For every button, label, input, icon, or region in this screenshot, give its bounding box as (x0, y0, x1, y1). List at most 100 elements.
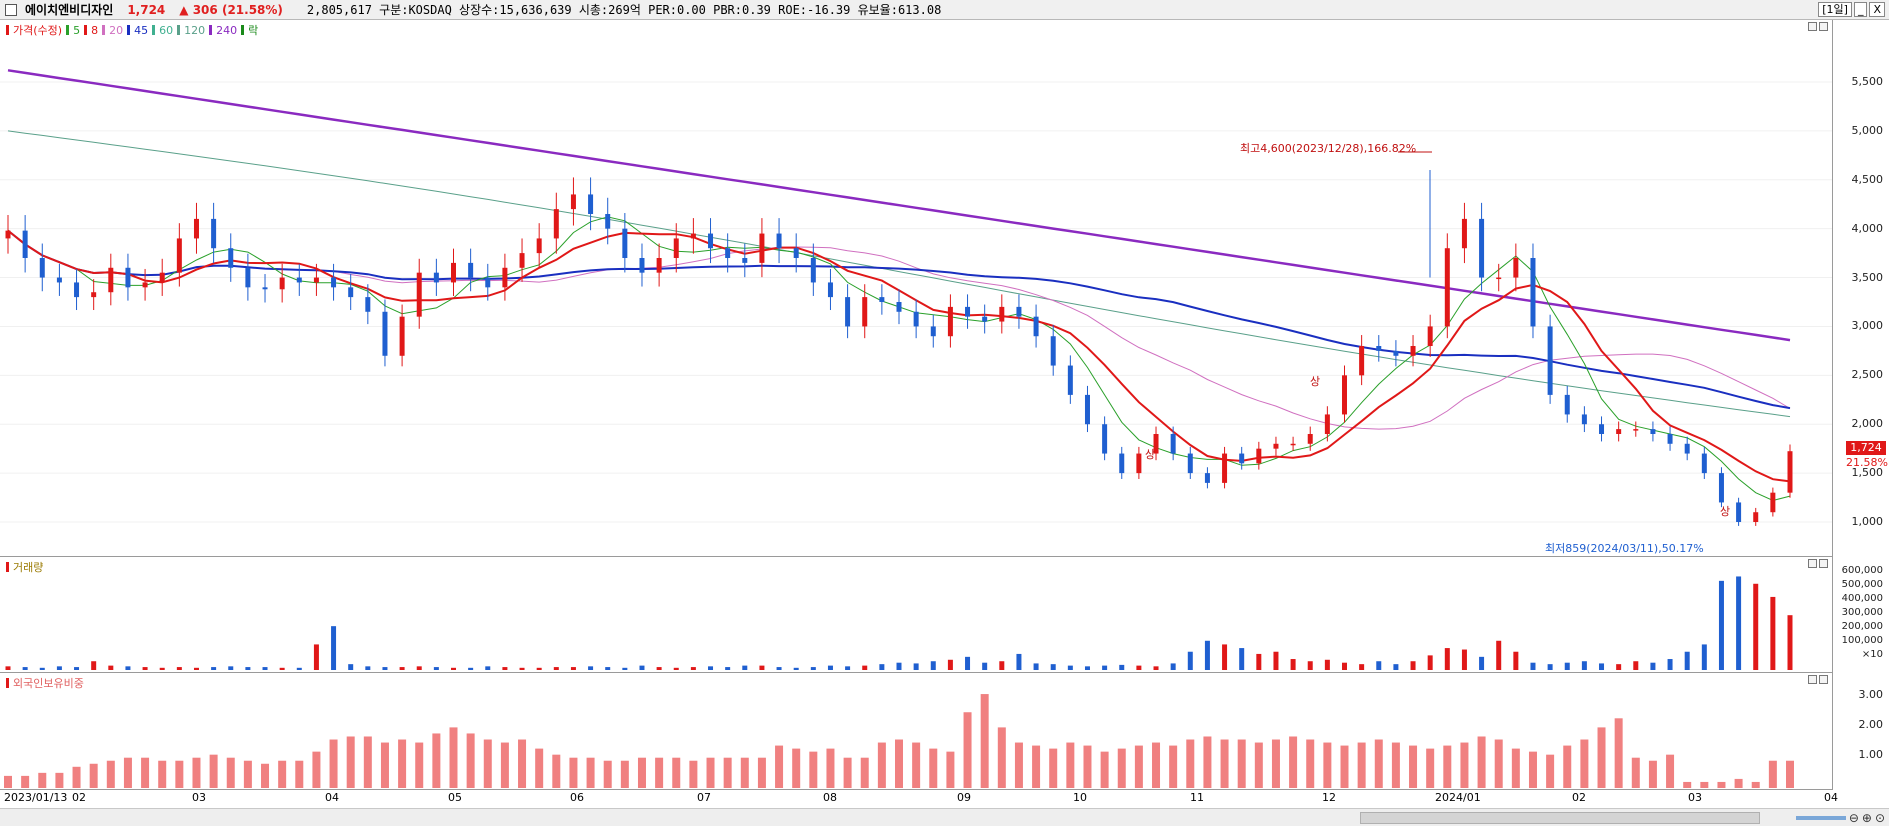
candle-body (91, 292, 97, 298)
price-y-tick: 3,000 (1851, 319, 1884, 333)
chart-scrollbar[interactable]: ⊖ ⊕ ⊙ (0, 808, 1889, 826)
candle-body (896, 302, 902, 312)
volume-bar (331, 626, 337, 670)
foreign-ratio-bar (243, 760, 252, 788)
volume-bar (1290, 659, 1296, 670)
volume-bar (673, 667, 679, 670)
foreign-ratio-bar (380, 742, 389, 788)
volume-bar (708, 666, 714, 670)
candle-body (125, 267, 131, 288)
foreign-ratio-bar (535, 748, 544, 788)
foreign-ratio-bar (123, 757, 132, 788)
price-y-tick: 3,500 (1851, 270, 1884, 284)
stock-metrics: 2,805,617 구분:KOSDAQ 상장수:15,636,639 시총:26… (306, 3, 942, 17)
foreign-ratio-bar (4, 775, 12, 788)
volume-bar (1736, 576, 1742, 670)
volume-bar (56, 666, 62, 670)
candle-body (622, 228, 628, 258)
candle-body (605, 214, 611, 229)
volume-bar (1410, 661, 1416, 670)
foreign-ratio-bar (740, 757, 749, 788)
foreign-legend-marker (6, 678, 9, 688)
select-checkbox[interactable] (5, 3, 17, 16)
foreign-ratio-bar (89, 763, 98, 788)
volume-bar (211, 667, 217, 670)
foreign-y-tick: 1.00 (1858, 748, 1884, 761)
candle-body (1513, 258, 1519, 278)
candle-body (1016, 306, 1022, 317)
date-x-axis: 2023/01/13 02 03 04 05 06 07 08 09 10 11 12 2024/01 0… (0, 790, 1838, 808)
foreign-ratio-bar (929, 748, 938, 788)
volume-bar (810, 667, 816, 670)
volume-bar (1427, 655, 1433, 670)
foreign-ratio-bar (586, 757, 595, 788)
x-axis-label: 04 (325, 791, 339, 804)
zoom-controls: ⊖ ⊕ ⊙ (1795, 811, 1885, 825)
zoom-out-icon[interactable]: ⊖ (1849, 811, 1859, 825)
scrollbar-thumb[interactable] (1360, 812, 1760, 824)
foreign-ratio-bar (620, 760, 629, 788)
foreign-ratio-bar (1032, 745, 1041, 788)
foreign-ratio-bar (792, 748, 801, 788)
candle-body (1461, 218, 1467, 249)
zoom-reset-icon[interactable]: ⊙ (1875, 811, 1885, 825)
foreign-ratio-bar (141, 757, 150, 788)
pane-maximize-icon[interactable] (1819, 559, 1828, 568)
period-button[interactable]: [1일] (1818, 2, 1852, 17)
pane-maximize-icon[interactable] (1819, 675, 1828, 684)
volume-bar (365, 666, 371, 670)
price-y-tick: 1,000 (1851, 515, 1884, 528)
volume-pane[interactable]: 거래량 (0, 557, 1832, 673)
volume-bar (1273, 651, 1279, 670)
foreign-ratio-bar (997, 727, 1006, 788)
zoom-in-icon[interactable]: ⊕ (1862, 811, 1872, 825)
foreign-ratio-bar (278, 760, 287, 788)
foreign-ownership-pane[interactable]: 외국인보유비중 (0, 673, 1832, 790)
volume-bar (1084, 666, 1090, 670)
volume-bar (1787, 615, 1793, 670)
volume-bar (930, 661, 936, 670)
pane-minimize-icon[interactable] (1808, 675, 1817, 684)
volume-bar (776, 667, 782, 670)
candle-body (1273, 443, 1279, 449)
foreign-ratio-bar (1134, 745, 1143, 788)
volume-bar (176, 667, 182, 670)
pane-minimize-icon[interactable] (1808, 559, 1817, 568)
volume-bar (1770, 596, 1776, 670)
candle-body (708, 233, 714, 249)
candle-body (245, 267, 251, 288)
volume-bar (588, 666, 594, 670)
x-axis-label: 06 (570, 791, 584, 804)
price-chart-pane[interactable]: 가격(수정) 5 8 20 45 60 120 240 락 상상상 최고4,600(2023/1… (0, 20, 1832, 557)
candle-body (1581, 414, 1587, 425)
close-button[interactable]: X (1869, 2, 1885, 17)
candle-body (1256, 448, 1262, 464)
candle-body (725, 248, 731, 258)
minimize-button[interactable]: _ (1853, 2, 1868, 17)
pane-minimize-icon[interactable] (1808, 22, 1817, 31)
volume-bar (1033, 663, 1039, 670)
legend-item: 5 (73, 23, 81, 37)
candle-body (1718, 473, 1724, 503)
upper-limit-marker: 상 (1145, 448, 1155, 461)
foreign-ratio-bar (1203, 736, 1212, 788)
foreign-ratio-bar (192, 757, 201, 788)
volume-legend-label: 거래량 (13, 561, 44, 574)
volume-bar (1444, 648, 1450, 670)
candle-body (1033, 316, 1039, 337)
candle-body (1170, 434, 1176, 454)
x-axis-label: 12 (1322, 791, 1336, 804)
candle-body (1667, 434, 1673, 444)
candle-body (228, 248, 234, 268)
x-axis-label: 10 (1073, 791, 1087, 804)
current-price-tag: 1,724 (1846, 441, 1886, 455)
price-y-tick: 5,000 (1851, 123, 1884, 137)
candle-body (1650, 429, 1656, 434)
volume-bar (468, 667, 474, 670)
zoom-slider[interactable] (1795, 816, 1846, 820)
volume-bar (1616, 664, 1622, 670)
volume-y-tick: 400,000 (1841, 593, 1883, 604)
candle-body (1701, 453, 1707, 474)
pane-maximize-icon[interactable] (1819, 22, 1828, 31)
candle-body (1119, 453, 1125, 474)
